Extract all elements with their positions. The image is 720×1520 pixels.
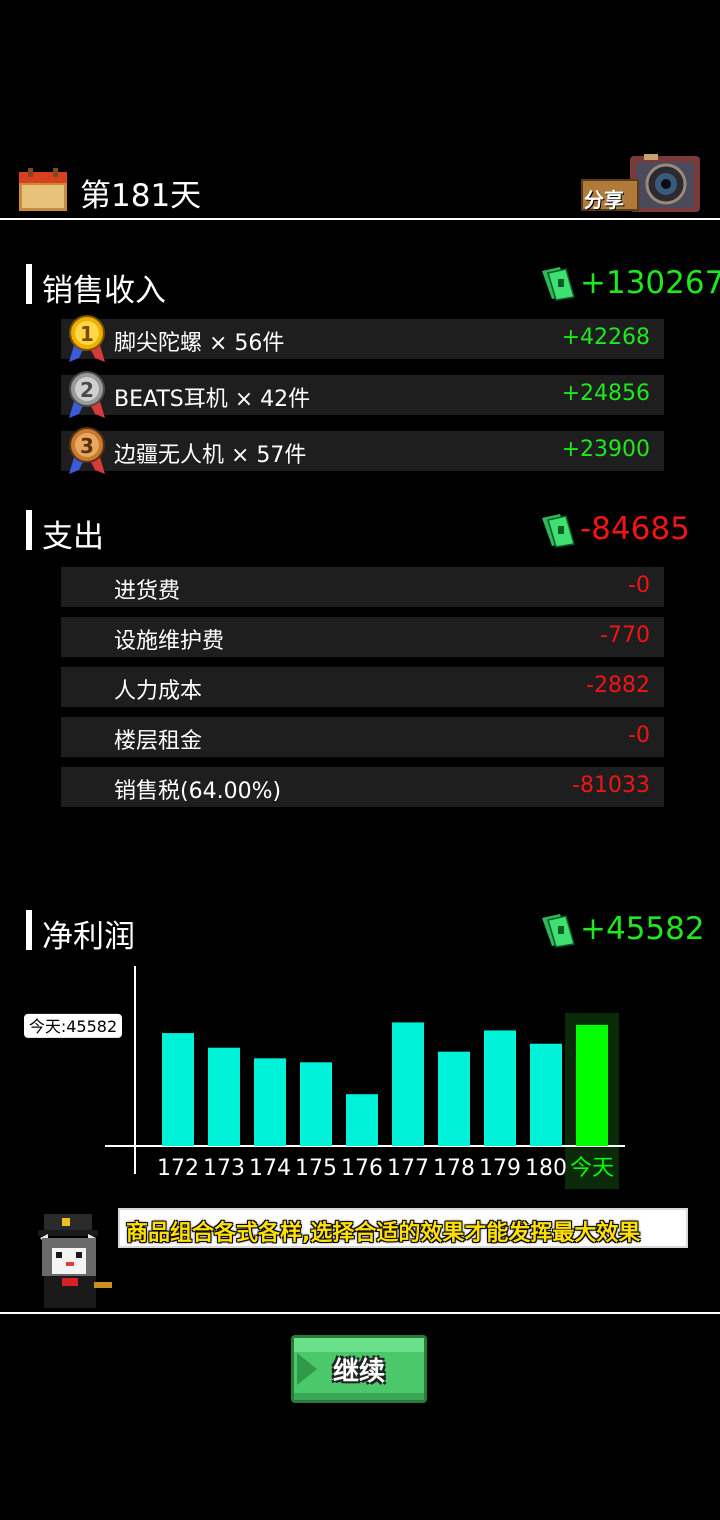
bar-今天	[576, 1024, 608, 1146]
money-icon	[540, 512, 576, 548]
svg-text:1: 1	[80, 322, 94, 346]
bar-172	[162, 1033, 194, 1146]
bar-180	[530, 1043, 562, 1146]
expense-item-label: 销售税(64.00%)	[114, 779, 282, 804]
header-divider	[0, 218, 720, 220]
expense-item-value: -0	[628, 573, 650, 598]
expense-item-label: 设施维护费	[114, 629, 225, 654]
sales-row-3: 3 边疆无人机 × 57件 +23900	[61, 427, 664, 474]
bar-176	[346, 1094, 378, 1146]
profit-title: 净利润	[42, 919, 135, 955]
money-icon	[540, 265, 576, 301]
tick-label-178: 178	[433, 1156, 475, 1181]
bar-178	[438, 1051, 470, 1146]
expense-row: 楼层租金 -0	[61, 717, 664, 757]
expense-row: 进货费 -0	[61, 567, 664, 607]
sales-item-label: 脚尖陀螺 × 56件	[114, 331, 285, 356]
cat-manager-avatar	[22, 1212, 116, 1312]
profit-section-bar	[26, 910, 32, 950]
share-label: 分享	[584, 188, 624, 212]
day-title: 第181天	[80, 178, 202, 214]
expense-row: 设施维护费 -770	[61, 617, 664, 657]
sales-item-label: BEATS耳机 × 42件	[114, 387, 311, 412]
calendar-icon	[18, 168, 68, 212]
svg-text:3: 3	[80, 434, 94, 458]
expense-item-value: -2882	[586, 673, 650, 698]
sales-total: +130267	[580, 265, 720, 301]
footer-divider	[0, 1312, 720, 1314]
continue-label: 继续	[332, 1357, 385, 1387]
continue-button[interactable]: 继续	[289, 1333, 429, 1405]
money-icon	[540, 912, 576, 948]
expense-total: -84685	[580, 511, 690, 547]
sales-row-2: 2 BEATS耳机 × 42件 +24856	[61, 371, 664, 418]
expense-row: 销售税(64.00%) -81033	[61, 767, 664, 807]
sales-section-bar	[26, 264, 32, 304]
bar-173	[208, 1047, 240, 1146]
tick-label-177: 177	[387, 1156, 429, 1181]
tip-bubble: 商品组合各式各样,选择合适的效果才能发挥最大效果	[118, 1208, 688, 1248]
today-marker-label: 今天:45582	[29, 1017, 117, 1036]
expense-row: 人力成本 -2882	[61, 667, 664, 707]
tick-label-179: 179	[479, 1156, 521, 1181]
tip-text: 商品组合各式各样,选择合适的效果才能发挥最大效果	[126, 1221, 641, 1246]
gold-medal-icon: 1	[65, 314, 109, 364]
expense-item-label: 人力成本	[114, 679, 203, 704]
tick-label-今天: 今天	[570, 1156, 614, 1181]
sales-item-value: +24856	[561, 381, 650, 406]
expense-title: 支出	[42, 519, 104, 555]
sales-item-value: +42268	[561, 325, 650, 350]
tick-label-175: 175	[295, 1156, 337, 1181]
sales-title: 销售收入	[42, 273, 166, 309]
silver-medal-icon: 2	[65, 370, 109, 420]
bar-179	[484, 1030, 516, 1146]
expense-item-value: -81033	[572, 773, 650, 798]
sales-item-value: +23900	[561, 437, 650, 462]
sales-item-label: 边疆无人机 × 57件	[114, 443, 307, 468]
expense-item-value: -770	[600, 623, 650, 648]
profit-total: +45582	[580, 911, 705, 947]
sales-row-1: 1 脚尖陀螺 × 56件 +42268	[61, 315, 664, 362]
bronze-medal-icon: 3	[65, 426, 109, 476]
share-button[interactable]: 分享	[580, 152, 704, 214]
expense-section-bar	[26, 510, 32, 550]
tick-label-172: 172	[157, 1156, 199, 1181]
bar-175	[300, 1062, 332, 1146]
expense-item-label: 进货费	[114, 579, 181, 604]
tick-label-180: 180	[525, 1156, 567, 1181]
profit-chart: 172 173 174 175 176 177 178 179 180 今天 今天:45582	[24, 966, 625, 1189]
expense-item-value: -0	[628, 723, 650, 748]
bar-177	[392, 1022, 424, 1146]
tick-label-176: 176	[341, 1156, 383, 1181]
svg-text:2: 2	[80, 378, 94, 402]
expense-item-label: 楼层租金	[114, 729, 203, 754]
tick-label-173: 173	[203, 1156, 245, 1181]
bar-174	[254, 1058, 286, 1146]
tick-label-174: 174	[249, 1156, 291, 1181]
